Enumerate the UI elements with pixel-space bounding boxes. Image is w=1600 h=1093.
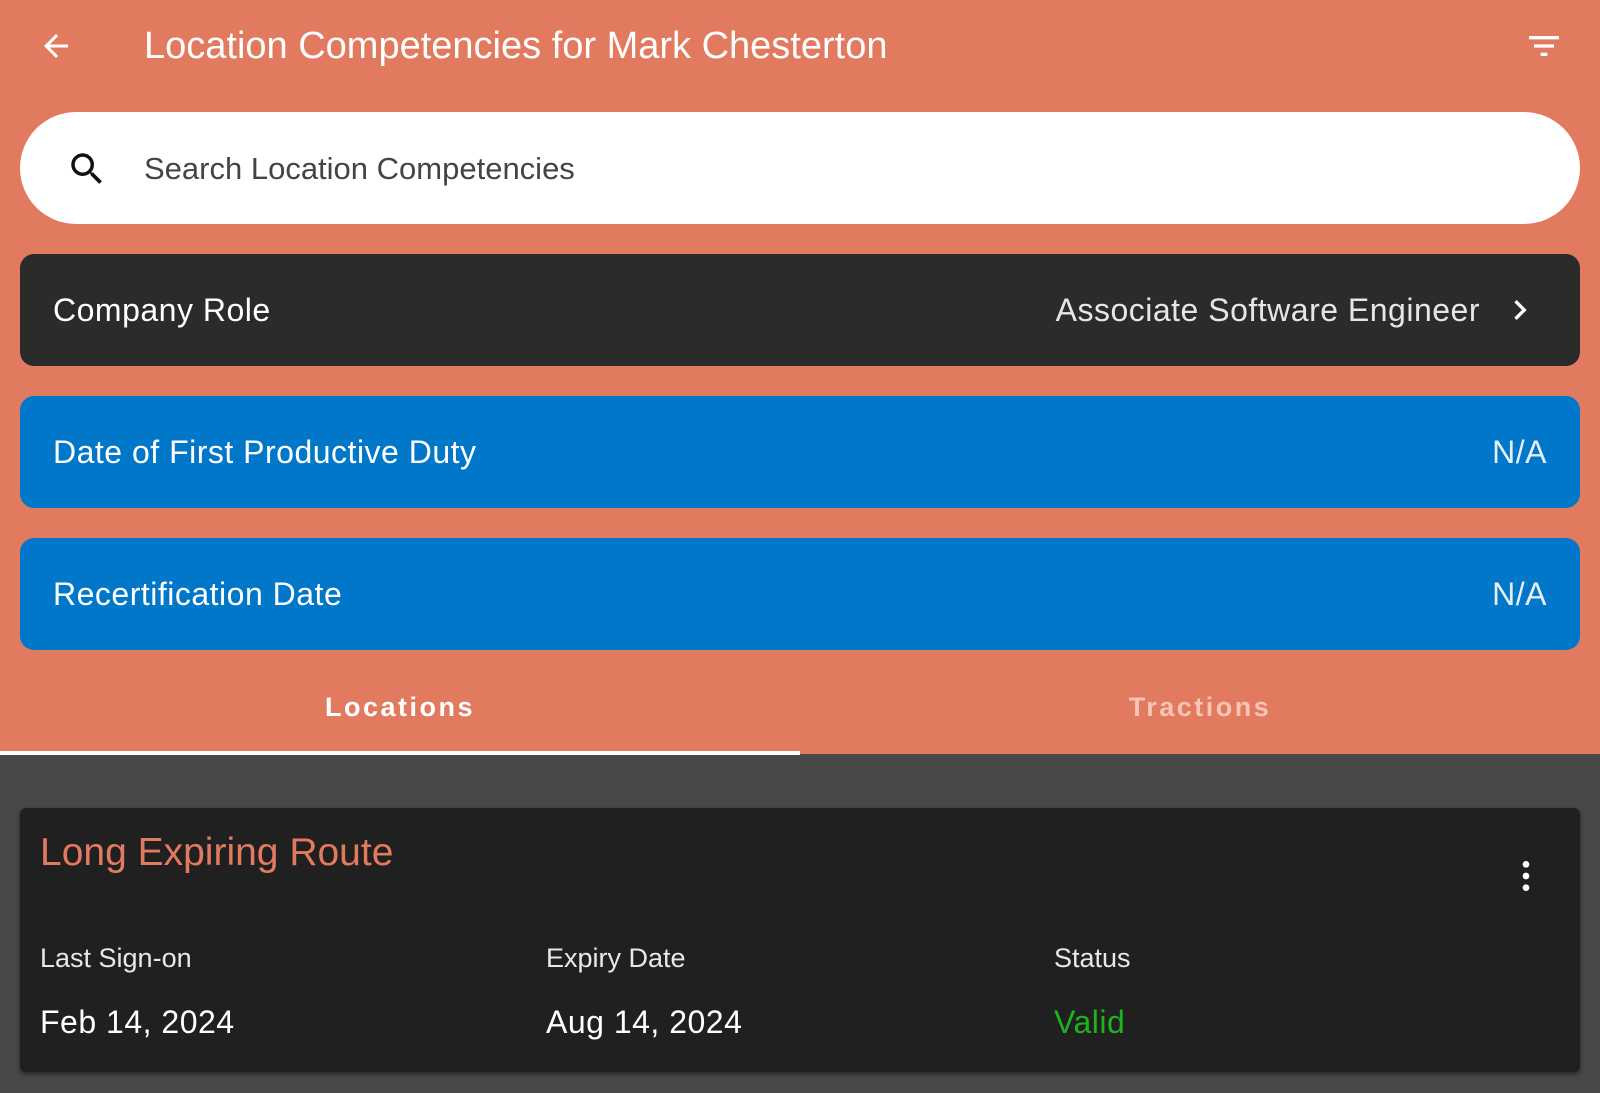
first-productive-duty-value: N/A [1492,434,1547,470]
filter-list-icon [1529,36,1559,56]
app-bar: Location Competencies for Mark Chesterto… [0,0,1600,92]
first-productive-duty-row: Date of First Productive Duty N/A [20,396,1580,508]
company-role-label: Company Role [53,292,271,328]
recertification-row: Recertification Date N/A [20,538,1580,650]
back-button[interactable] [28,20,84,72]
expiry-date-header: Expiry Date [546,943,686,973]
expiry-date-value: Aug 14, 2024 [546,1004,743,1040]
more-vert-icon [1522,861,1530,891]
last-sign-on-value: Feb 14, 2024 [40,1004,235,1040]
arrow-left-icon [44,34,68,58]
expiry-date-column: Expiry Date Aug 14, 2024 [546,938,742,1044]
header-region: Location Competencies for Mark Chesterto… [0,0,1600,755]
tab-locations[interactable]: Locations [0,660,800,754]
filter-button[interactable] [1516,20,1572,72]
search-input[interactable] [142,136,1526,202]
recertification-value: N/A [1492,576,1547,612]
last-sign-on-column: Last Sign-on Feb 14, 2024 [40,938,235,1044]
tab-indicator [0,751,800,755]
status-header: Status [1054,943,1131,973]
first-productive-duty-label: Date of First Productive Duty [53,434,477,470]
card-title: Long Expiring Route [40,831,394,874]
chevron-right-icon [1514,300,1527,320]
last-sign-on-header: Last Sign-on [40,943,192,973]
search-bar [20,112,1580,224]
search-icon [71,153,102,184]
competency-card[interactable]: Long Expiring Route Last Sign-on Feb 14,… [20,808,1580,1072]
more-options-button[interactable] [1500,850,1552,902]
company-role-value: Associate Software Engineer [1055,292,1480,328]
tab-bar: Locations Tractions [0,660,1600,754]
recertification-label: Recertification Date [53,576,343,612]
company-role-row[interactable]: Company Role Associate Software Engineer [20,254,1580,366]
tab-tractions[interactable]: Tractions [800,660,1600,754]
page-title: Location Competencies for Mark Chesterto… [144,25,888,67]
status-column: Status Valid [1054,938,1131,1044]
status-value: Valid [1054,1004,1126,1040]
